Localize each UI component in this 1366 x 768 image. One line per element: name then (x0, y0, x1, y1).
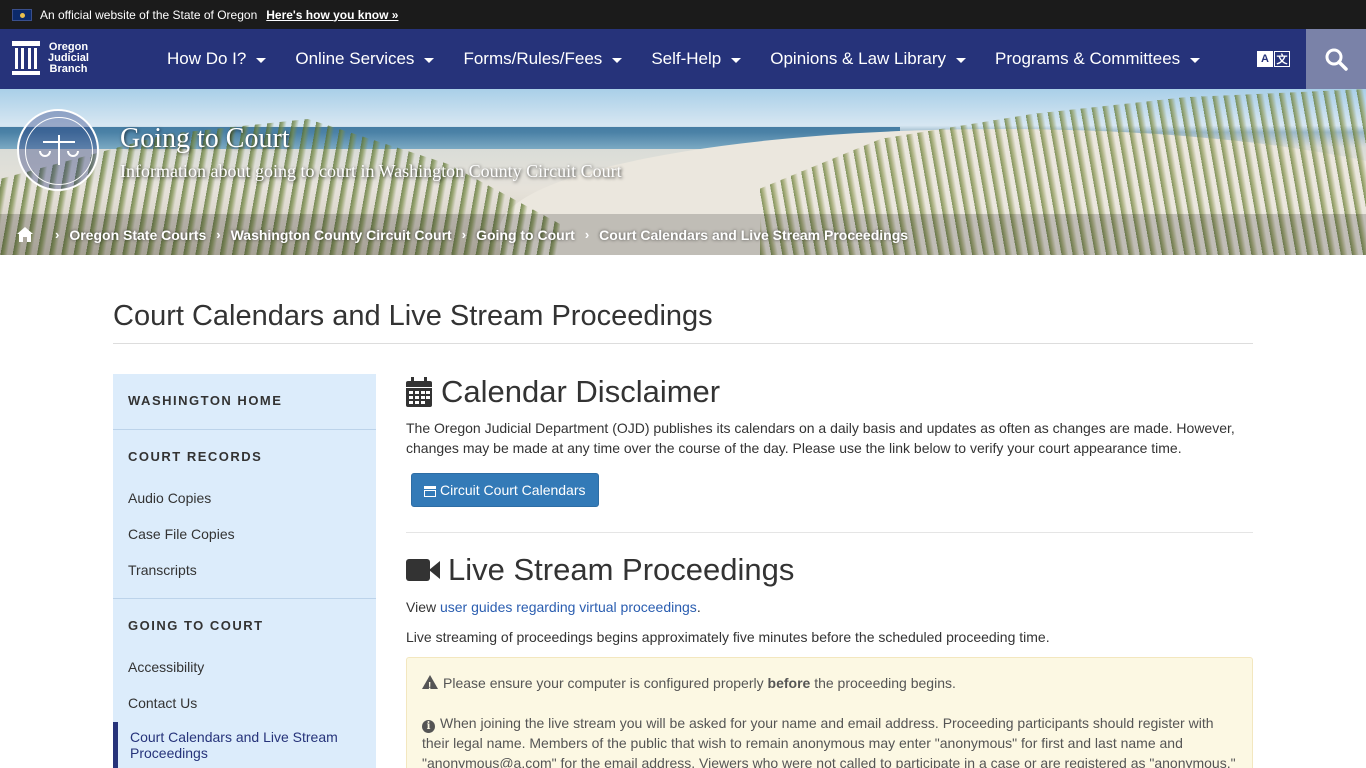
video-camera-icon (406, 559, 440, 581)
circuit-court-calendars-button[interactable]: Circuit Court Calendars (411, 473, 599, 507)
sidebar-washington-home[interactable]: WASHINGTON HOME (128, 393, 282, 408)
info-icon: i (422, 720, 435, 733)
user-guides-link[interactable]: user guides regarding virtual proceeding… (440, 599, 697, 615)
alert-join-info-text: i When joining the live stream you will b… (422, 715, 1236, 768)
logo-text: Oregon Judicial Branch (48, 40, 89, 75)
heres-how-you-know-link[interactable]: Here's how you know » (266, 8, 398, 22)
sidebar-item-accessibility[interactable]: Accessibility (128, 659, 204, 675)
caret-down-icon (424, 57, 435, 63)
breadcrumb-going-to-court[interactable]: Going to Court (476, 227, 575, 243)
calendar-disclaimer-heading: Calendar Disclaimer (406, 374, 720, 410)
sidebar-item-case-file-copies[interactable]: Case File Copies (128, 526, 235, 542)
nav-menu: How Do I? Online Services Forms/Rules/Fe… (167, 29, 1229, 89)
official-site-banner: An official website of the State of Oreg… (0, 0, 1366, 29)
breadcrumb: › Oregon State Courts › Washington Count… (0, 214, 1366, 255)
hero-subtitle: Information about going to court in Wash… (120, 161, 622, 181)
translate-icon[interactable]: A 文 (1257, 51, 1291, 67)
hero-title: Going to Court (120, 123, 290, 154)
official-site-text: An official website of the State of Oreg… (40, 7, 258, 22)
title-divider (113, 343, 1253, 344)
calendar-icon (424, 484, 436, 497)
sidebar-heading-court-records[interactable]: COURT RECORDS (128, 449, 262, 464)
nav-opinions-law-library[interactable]: Opinions & Law Library (770, 49, 966, 69)
nav-self-help[interactable]: Self-Help (651, 49, 742, 69)
nav-online-services[interactable]: Online Services (295, 49, 435, 69)
calendar-disclaimer-text: The Oregon Judicial Department (OJD) pub… (406, 420, 1235, 456)
search-button[interactable] (1306, 29, 1366, 89)
sidebar-heading-going-to-court[interactable]: GOING TO COURT (128, 618, 264, 633)
chevron-right-icon: › (584, 227, 590, 242)
warning-icon (422, 675, 438, 697)
live-stream-heading: Live Stream Proceedings (406, 552, 794, 588)
judicial-department-seal-icon (17, 109, 99, 191)
nav-programs-committees[interactable]: Programs & Committees (995, 49, 1201, 69)
sidebar-item-court-calendars-active[interactable]: Court Calendars and Live Stream Proceedi… (113, 722, 376, 768)
nav-how-do-i[interactable]: How Do I? (167, 49, 267, 69)
breadcrumb-current-page: Court Calendars and Live Stream Proceedi… (599, 226, 909, 243)
chevron-right-icon: › (55, 227, 60, 242)
sidebar-item-contact-us[interactable]: Contact Us (128, 695, 197, 711)
home-icon[interactable] (17, 227, 33, 242)
section-divider (406, 532, 1253, 533)
chevron-right-icon: › (461, 227, 467, 242)
live-stream-timing-text: Live streaming of proceedings begins app… (406, 629, 1050, 645)
alert-configure-text: Please ensure your computer is configure… (422, 673, 1242, 697)
sidebar-active-label: Court Calendars and Live Stream Proceedi… (130, 729, 338, 761)
courthouse-pillars-icon (12, 41, 40, 75)
view-user-guides-text: View user guides regarding virtual proce… (406, 599, 701, 615)
nav-forms-rules-fees[interactable]: Forms/Rules/Fees (463, 49, 623, 69)
oregon-flag-icon (12, 8, 32, 21)
live-stream-warning-alert: Please ensure your computer is configure… (406, 657, 1253, 768)
main-navigation: Oregon Judicial Branch How Do I? Online … (0, 29, 1366, 89)
calendar-icon (406, 377, 432, 407)
sidebar-item-audio-copies[interactable]: Audio Copies (128, 490, 211, 506)
chevron-right-icon: › (216, 227, 221, 242)
sidebar-item-transcripts[interactable]: Transcripts (128, 562, 197, 578)
page-title: Court Calendars and Live Stream Proceedi… (113, 300, 713, 332)
caret-down-icon (612, 57, 623, 63)
caret-down-icon (956, 57, 966, 63)
ojd-logo[interactable]: Oregon Judicial Branch (12, 41, 89, 75)
caret-down-icon (1190, 57, 1201, 63)
caret-down-icon (731, 57, 742, 63)
hero-banner: Going to Court Information about going t… (0, 89, 1366, 255)
sidebar: WASHINGTON HOME COURT RECORDS Audio Copi… (113, 374, 376, 768)
breadcrumb-washington-county[interactable]: Washington County Circuit Court (231, 227, 452, 243)
breadcrumb-oregon-state-courts[interactable]: Oregon State Courts (69, 227, 206, 243)
search-icon (1325, 48, 1348, 71)
caret-down-icon (256, 57, 267, 63)
